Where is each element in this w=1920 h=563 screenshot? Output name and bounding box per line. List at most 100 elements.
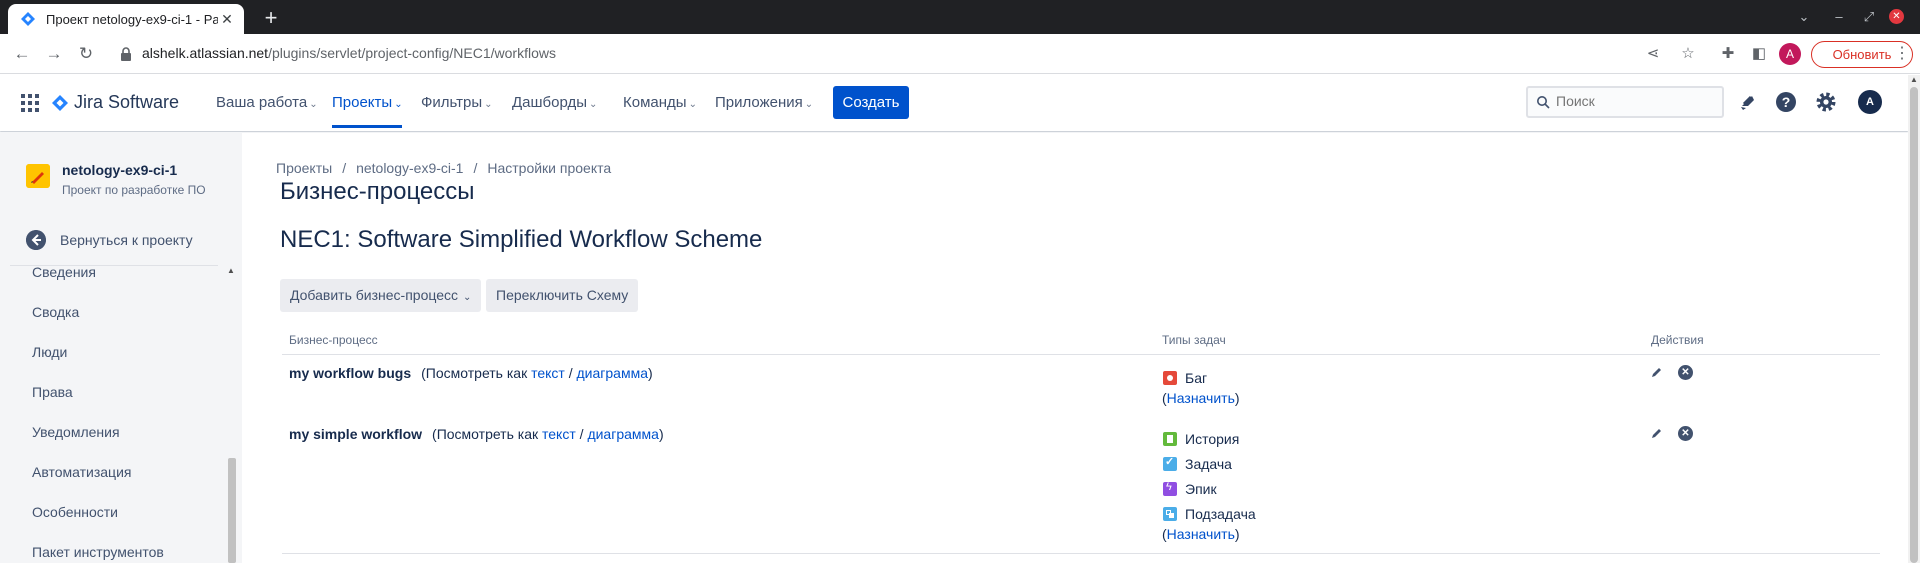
active-menu-indicator — [332, 125, 402, 128]
subtask-icon — [1163, 507, 1177, 521]
product-name: Jira Software — [74, 92, 180, 112]
back-to-project-label: Вернуться к проекту — [60, 232, 193, 248]
sidebar-item-permissions[interactable]: Права — [32, 384, 73, 400]
bug-icon — [1163, 371, 1177, 385]
issue-type-item: ✓ Задача — [1163, 456, 1232, 472]
breadcrumb-project[interactable]: netology-ex9-ci-1 — [356, 160, 463, 176]
tab-title: Проект netology-ex9-ci-1 - Pa — [46, 11, 218, 27]
column-header-actions: Действия — [1651, 333, 1704, 347]
edit-pencil-icon[interactable] — [1651, 366, 1663, 378]
chevron-down-icon: ⌄ — [688, 99, 697, 110]
epic-icon: ϟ — [1163, 481, 1177, 496]
assign-link[interactable]: Назначить — [1167, 390, 1235, 406]
switch-scheme-button[interactable]: Переключить Схему — [486, 279, 639, 312]
window-close-icon[interactable]: ✕ — [1889, 9, 1904, 24]
sidebar-menu: Сведения Сводка Люди Права Уведомления А… — [0, 266, 228, 563]
project-name[interactable]: netology-ex9-ci-1 — [62, 162, 177, 178]
menu-filters[interactable]: Фильтры ⌄ — [421, 94, 493, 111]
chevron-down-icon: ⌄ — [804, 99, 814, 110]
task-icon: ✓ — [1163, 456, 1177, 471]
notifications-bell-icon[interactable] — [1734, 89, 1760, 115]
breadcrumb-settings[interactable]: Настройки проекта — [487, 160, 611, 176]
view-as-diagram-link[interactable]: диаграмма — [577, 365, 649, 381]
story-icon — [1163, 432, 1177, 446]
sidebar-item-features[interactable]: Особенности — [32, 504, 118, 520]
sidebar-item-people[interactable]: Люди — [32, 344, 67, 360]
column-header-workflow: Бизнес-процесс — [289, 333, 378, 347]
table-header-divider — [282, 354, 1880, 355]
add-workflow-button[interactable]: Добавить бизнес-процесс ⌄ — [280, 279, 482, 312]
scroll-up-icon: ▲ — [1910, 75, 1918, 84]
workflow-row-name: my simple workflow (Посмотреть как текст … — [289, 426, 664, 442]
sidebar-scrollbar[interactable]: ▲ — [225, 266, 237, 563]
reload-icon[interactable]: ↻ — [74, 42, 98, 66]
tab-close-icon[interactable]: ✕ — [218, 11, 236, 28]
breadcrumb: Проекты / netology-ex9-ci-1/Настройки прое… — [276, 160, 612, 176]
browser-tab-bar: Проект netology-ex9-ci-1 - Pa ✕ + ⌄ – ⤢ … — [0, 0, 1920, 34]
menu-projects[interactable]: Проекты ⌄ — [332, 94, 403, 111]
view-as-diagram-link[interactable]: диаграмма — [587, 426, 659, 442]
issue-type-item: Подзадача — [1163, 506, 1256, 522]
sidebar-item-notifications[interactable]: Уведомления — [32, 424, 120, 440]
url-field[interactable]: alshelk.atlassian.net/plugins/servlet/pr… — [142, 45, 556, 61]
chevron-down-icon: ⌄ — [394, 99, 403, 110]
project-type: Проект по разработке ПО — [62, 183, 206, 197]
create-button[interactable]: Создать — [833, 86, 909, 119]
sidebar-item-summary[interactable]: Сводка — [32, 304, 79, 320]
assign-issue-types: (Назначить) — [1162, 526, 1240, 542]
sidebar-item-automation[interactable]: Автоматизация — [32, 464, 131, 480]
workflow-name: my workflow bugs — [289, 365, 412, 381]
back-to-project-link[interactable]: Вернуться к проекту — [26, 230, 193, 250]
search-field[interactable] — [1526, 86, 1724, 118]
page-scrollbar[interactable]: ▲ — [1908, 75, 1920, 563]
minimize-icon[interactable]: – — [1827, 6, 1851, 28]
project-avatar-icon[interactable] — [26, 164, 50, 188]
issue-type-item: История — [1163, 431, 1239, 447]
remove-icon[interactable]: ✕ — [1678, 365, 1693, 380]
sidebar-scrollbar-thumb[interactable] — [228, 458, 236, 563]
bookmark-star-icon[interactable]: ☆ — [1677, 43, 1699, 65]
view-as-text-link[interactable]: текст — [542, 426, 576, 442]
table-bottom-divider — [282, 553, 1880, 554]
user-avatar[interactable]: A — [1858, 90, 1882, 114]
jira-logo[interactable]: Jira Software — [52, 92, 179, 113]
share-icon[interactable]: ⋖ — [1642, 43, 1664, 65]
sidebar-scroll-up-icon: ▲ — [227, 266, 235, 275]
menu-apps[interactable]: Приложения ⌄ — [715, 94, 813, 111]
edit-pencil-icon[interactable] — [1651, 427, 1663, 439]
extensions-icon[interactable]: ✚ — [1717, 43, 1739, 65]
page-title: Бизнес-процессы — [280, 178, 475, 205]
remove-icon[interactable]: ✕ — [1678, 426, 1693, 441]
browser-tab[interactable]: Проект netology-ex9-ci-1 - Pa ✕ — [8, 4, 244, 34]
lock-icon[interactable] — [119, 46, 133, 62]
settings-gear-icon[interactable] — [1813, 89, 1839, 115]
arrow-left-circle-icon — [26, 230, 46, 250]
chevron-down-icon: ⌄ — [463, 292, 472, 303]
page-scrollbar-thumb[interactable] — [1910, 87, 1918, 563]
menu-teams[interactable]: Команды ⌄ — [623, 94, 697, 111]
jira-favicon-icon — [21, 12, 35, 26]
sidebar-item-details[interactable]: Сведения — [32, 266, 96, 280]
menu-your-work[interactable]: Ваша работа ⌄ — [216, 94, 318, 111]
side-panel-icon[interactable]: ◧ — [1748, 43, 1770, 65]
issue-type-item: ϟ Эпик — [1163, 481, 1217, 497]
view-as-text-link[interactable]: текст — [531, 365, 565, 381]
help-icon[interactable]: ? — [1773, 89, 1799, 115]
tab-search-chevron-icon[interactable]: ⌄ — [1792, 6, 1816, 28]
restore-icon[interactable]: ⤢ — [1857, 6, 1881, 28]
chevron-down-icon: ⌄ — [309, 99, 318, 110]
breadcrumb-projects[interactable]: Проекты — [276, 160, 332, 176]
forward-arrow-icon[interactable]: → — [42, 42, 66, 66]
sidebar-item-toolchain[interactable]: Пакет инструментов — [32, 544, 164, 560]
assign-link[interactable]: Назначить — [1167, 526, 1235, 542]
app-switcher-icon[interactable] — [20, 93, 40, 113]
new-tab-icon[interactable]: + — [257, 4, 285, 32]
search-input[interactable] — [1556, 93, 1716, 109]
browser-profile-avatar[interactable]: A — [1779, 43, 1801, 65]
browser-menu-icon[interactable]: ⋮ — [1894, 43, 1910, 63]
back-arrow-icon[interactable]: ← — [10, 42, 34, 66]
jira-logo-icon — [52, 94, 68, 111]
workflow-name: my simple workflow — [289, 426, 423, 442]
menu-dashboards[interactable]: Дашборды ⌄ — [512, 94, 597, 111]
address-bar: ← → ↻ alshelk.atlassian.net/plugins/serv… — [0, 34, 1920, 74]
